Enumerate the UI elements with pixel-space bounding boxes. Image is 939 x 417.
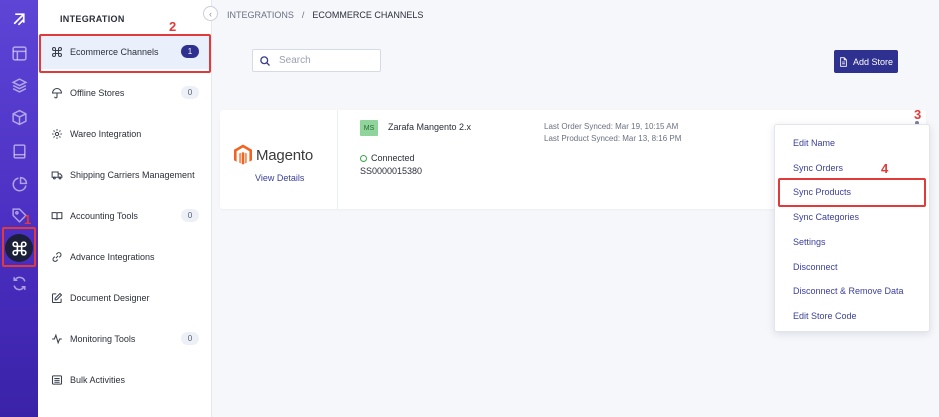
magento-logo-icon (234, 144, 252, 165)
book-icon[interactable] (7, 139, 31, 163)
search-input[interactable] (279, 55, 369, 66)
step-marker-2: 2 (169, 19, 177, 34)
count-badge: 0 (181, 332, 199, 345)
nav-item-advance-integrations[interactable]: Advance Integrations (38, 240, 211, 274)
nav-item-bulk-activities[interactable]: Bulk Activities (38, 363, 211, 397)
last-order-synced: Last Order Synced: Mar 19, 10:15 AM (544, 122, 679, 131)
count-badge: 0 (181, 86, 199, 99)
step-marker-4: 4 (881, 161, 889, 176)
nav-item-label: Shipping Carriers Management (70, 170, 195, 180)
truck-icon (50, 168, 64, 182)
count-badge: 0 (181, 209, 199, 222)
nav-title: INTEGRATION (60, 14, 125, 24)
status-dot-icon (360, 154, 367, 162)
menu-item-settings[interactable]: Settings (793, 237, 826, 247)
breadcrumb-separator: / (301, 10, 305, 20)
magento-logo-text: Magento (256, 146, 313, 164)
last-product-synced: Last Product Synced: Mar 13, 8:16 PM (544, 134, 682, 143)
pie-chart-icon[interactable] (7, 172, 31, 196)
layout-icon[interactable] (7, 41, 31, 65)
highlight-rail-integration (2, 227, 36, 267)
sync-info: Last Order Synced: Mar 19, 10:15 AM Last… (544, 121, 681, 145)
menu-item-sync-orders[interactable]: Sync Orders (793, 163, 843, 173)
highlight-ecommerce-channels (39, 34, 211, 73)
view-details-link[interactable]: View Details (255, 173, 304, 183)
nav-item-label: Accounting Tools (70, 211, 138, 221)
store-code: SS0000015380 (360, 166, 423, 176)
add-store-label: Add Store (852, 56, 894, 67)
connection-status: Connected (360, 153, 415, 163)
step-marker-1: 1 (24, 212, 32, 227)
nav-item-wareo-integration[interactable]: Wareo Integration (38, 117, 211, 151)
nav-item-shipping-carriers[interactable]: Shipping Carriers Management (38, 158, 211, 192)
step-marker-3: 3 (914, 107, 922, 122)
link-icon (50, 250, 64, 264)
activity-icon (50, 332, 64, 346)
connection-status-label: Connected (371, 153, 415, 163)
store-actions-menu: Edit Name Sync Orders Sync Products Sync… (774, 124, 930, 332)
nav-item-offline-stores[interactable]: Offline Stores 0 (38, 76, 211, 110)
edit-icon (50, 291, 64, 305)
breadcrumb-current: ECOMMERCE CHANNELS (312, 10, 424, 20)
nav-item-label: Monitoring Tools (70, 334, 136, 344)
nav-item-label: Offline Stores (70, 88, 125, 98)
menu-item-disconnect[interactable]: Disconnect (793, 262, 838, 272)
gear-icon (50, 127, 64, 141)
search-box[interactable] (252, 49, 381, 72)
nav-item-document-designer[interactable]: Document Designer (38, 281, 211, 315)
search-icon (260, 55, 270, 66)
menu-item-edit-name[interactable]: Edit Name (793, 138, 835, 148)
nav-item-accounting-tools[interactable]: Accounting Tools 0 (38, 199, 211, 233)
nav-item-label: Wareo Integration (70, 129, 142, 139)
book-open-icon (50, 209, 64, 223)
breadcrumb: INTEGRATIONS / ECOMMERCE CHANNELS (227, 10, 423, 20)
nav-item-label: Advance Integrations (70, 252, 155, 262)
menu-item-sync-categories[interactable]: Sync Categories (793, 212, 859, 222)
list-icon (50, 373, 64, 387)
sync-icon[interactable] (7, 271, 31, 295)
box-icon[interactable] (7, 105, 31, 129)
breadcrumb-root[interactable]: INTEGRATIONS (227, 10, 294, 20)
highlight-sync-products (778, 178, 926, 207)
layers-icon[interactable] (7, 73, 31, 97)
umbrella-icon (50, 86, 64, 100)
collapse-sidebar-button[interactable]: ‹ (203, 6, 218, 21)
menu-item-disconnect-remove-data[interactable]: Disconnect & Remove Data (793, 286, 904, 296)
store-badge: MS (360, 120, 378, 136)
magento-logo: Magento (233, 144, 313, 166)
store-name: Zarafa Mangento 2.x (388, 122, 472, 132)
nav-item-label: Bulk Activities (70, 375, 126, 385)
nav-item-label: Document Designer (70, 293, 150, 303)
icon-rail (0, 0, 38, 417)
add-store-button[interactable]: Add Store (834, 50, 898, 73)
store-card-logo-panel: Magento View Details (220, 110, 338, 209)
logo-arrow-icon[interactable] (7, 7, 31, 31)
menu-item-edit-store-code[interactable]: Edit Store Code (793, 311, 857, 321)
nav-item-monitoring-tools[interactable]: Monitoring Tools 0 (38, 322, 211, 356)
document-icon (840, 56, 847, 67)
